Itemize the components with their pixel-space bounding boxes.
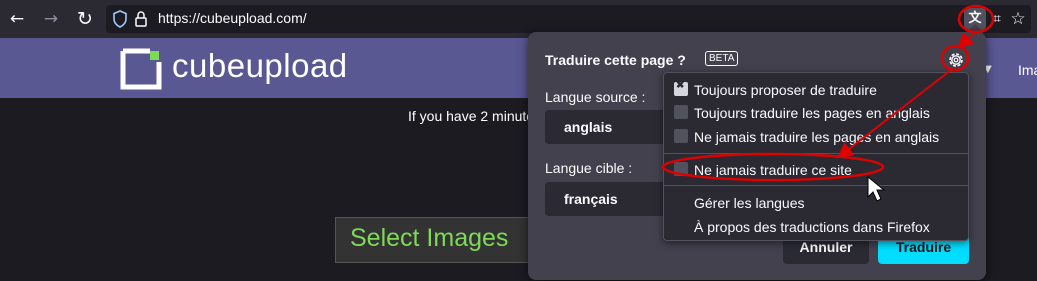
select-images-button[interactable]: Select Images [335, 217, 545, 263]
menu-item-always-offer[interactable]: Toujours proposer de traduire [664, 79, 968, 103]
url-bar[interactable]: https://cubeupload.com/ 文A ⌗ ☆ [106, 5, 1031, 48]
menu-item-label: Toujours traduire les pages en anglais [694, 105, 930, 121]
menu-separator [664, 153, 968, 154]
menu-item-label: Ne jamais traduire ce site [694, 162, 852, 178]
logo-text-upload: upload [245, 47, 348, 84]
logo-text[interactable]: cubeupload [172, 47, 348, 85]
checkbox[interactable] [674, 105, 688, 119]
menu-item-label: Toujours proposer de traduire [694, 82, 877, 98]
menu-item-manage-languages[interactable]: Gérer les langues [664, 192, 968, 216]
bookmark-star-icon[interactable]: ☆ [1007, 8, 1029, 30]
header-nav-link[interactable]: Ima [1018, 62, 1037, 78]
cubeupload-logo-icon[interactable] [120, 48, 162, 90]
shield-icon[interactable] [112, 10, 128, 28]
target-language-label: Langue cible : [545, 160, 633, 176]
url-text[interactable]: https://cubeupload.com/ [158, 10, 307, 26]
checkbox[interactable] [674, 162, 688, 176]
forward-button[interactable]: → [40, 8, 62, 30]
lock-icon[interactable] [134, 10, 148, 28]
back-button[interactable]: ← [6, 8, 28, 30]
menu-item-always-translate-english[interactable]: Toujours traduire les pages en anglais [664, 102, 968, 126]
extensions-icon[interactable]: ⌗ [986, 8, 1008, 30]
menu-item-label: À propos des traductions dans Firefox [694, 219, 930, 235]
menu-separator [664, 185, 968, 186]
panel-title: Traduire cette page ? [545, 52, 686, 68]
menu-item-never-translate-english[interactable]: Ne jamais traduire les pages en anglais [664, 126, 968, 150]
menu-item-never-translate-site[interactable]: Ne jamais traduire ce site [664, 159, 968, 183]
checkbox-checked[interactable] [674, 80, 688, 96]
menu-item-about-translations[interactable]: À propos des traductions dans Firefox [664, 216, 968, 240]
translation-settings-menu: Toujours proposer de traduire Toujours t… [663, 72, 969, 241]
menu-item-label: Gérer les langues [694, 195, 805, 211]
gear-icon[interactable] [946, 50, 966, 70]
reload-button[interactable]: ↻ [74, 8, 96, 30]
intro-message: If you have 2 minute [408, 108, 535, 124]
checkbox[interactable] [674, 129, 688, 143]
source-language-label: Langue source : [545, 89, 646, 105]
menu-item-label: Ne jamais traduire les pages en anglais [694, 129, 940, 145]
beta-badge: BETA [705, 51, 739, 66]
logo-text-cube: cube [172, 47, 246, 84]
